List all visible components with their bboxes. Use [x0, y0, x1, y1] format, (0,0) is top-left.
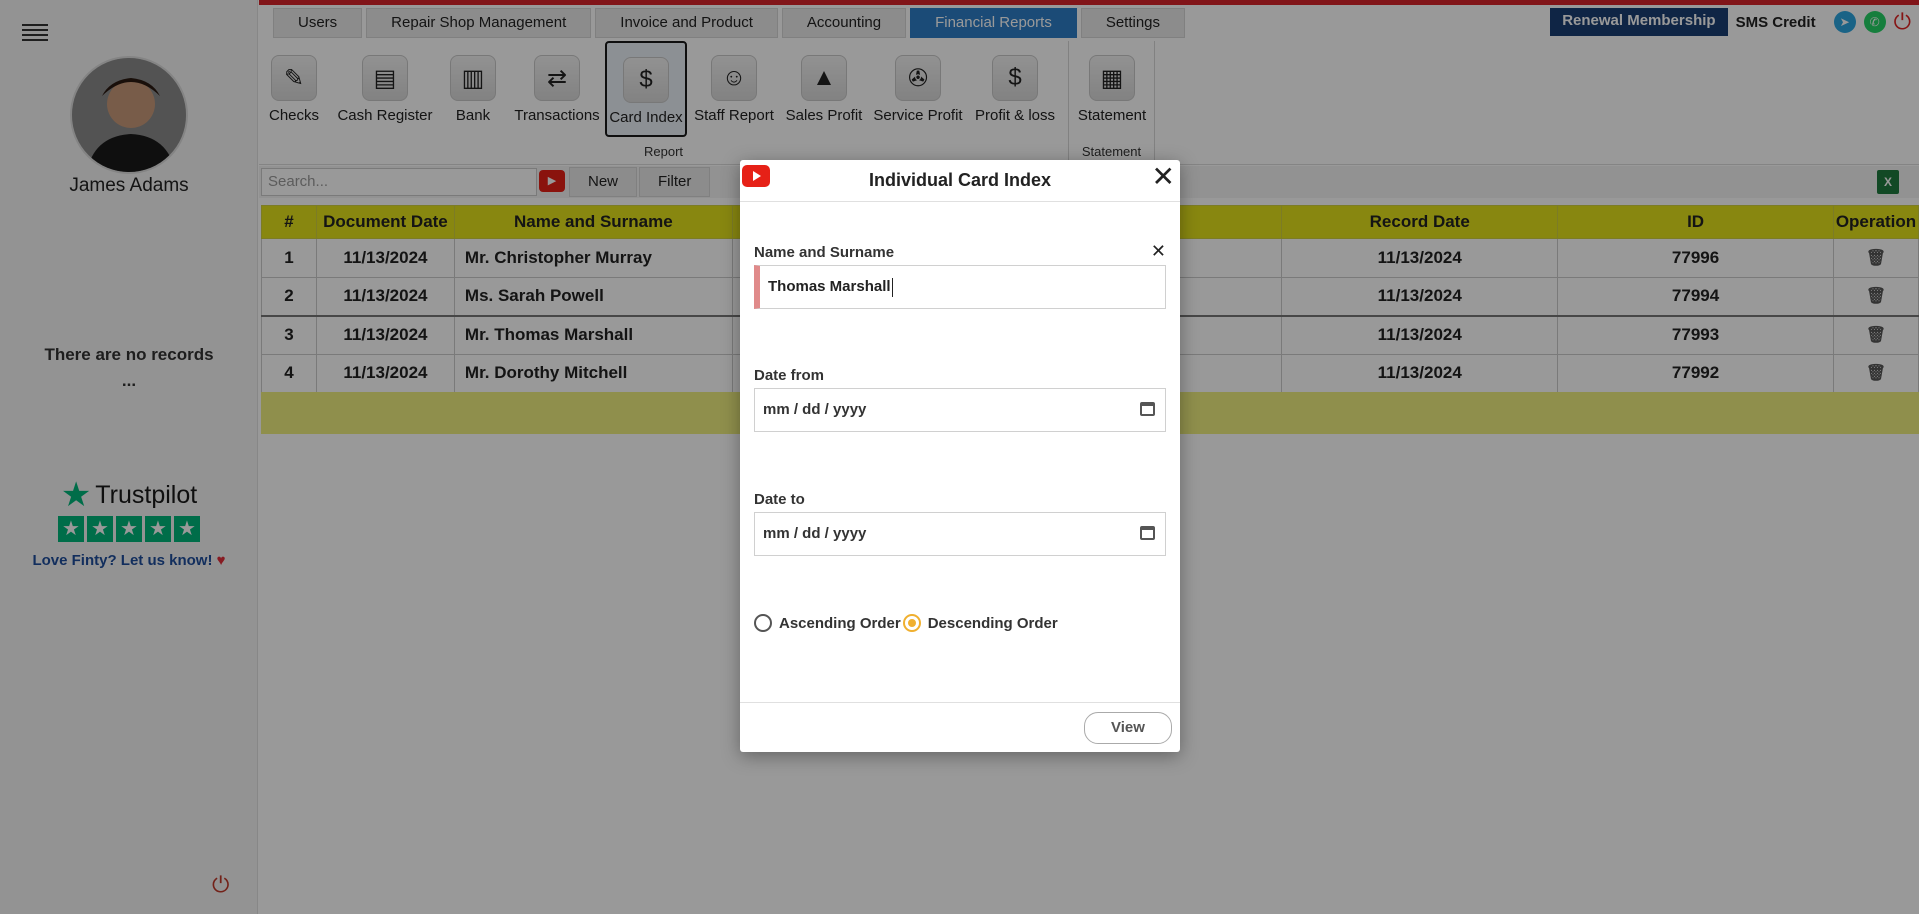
date-to-placeholder: mm / dd / yyyy — [763, 525, 867, 542]
name-surname-value: Thomas Marshall — [768, 278, 891, 295]
view-button[interactable]: View — [1084, 712, 1172, 744]
calendar-icon[interactable] — [1140, 402, 1155, 416]
ascending-order-radio[interactable] — [754, 614, 772, 632]
descending-order-radio[interactable] — [902, 614, 921, 632]
calendar-icon[interactable] — [1140, 526, 1155, 540]
date-to-label: Date to — [754, 491, 805, 508]
date-from-placeholder: mm / dd / yyyy — [763, 401, 867, 418]
close-icon[interactable]: ✕ — [1152, 162, 1175, 192]
dialog-header: Individual Card Index ✕ — [740, 160, 1180, 202]
date-from-label: Date from — [754, 367, 825, 384]
clear-name-icon[interactable]: ✕ — [1151, 241, 1166, 262]
sort-order-group: Ascending Order Descending Order — [754, 614, 1058, 632]
individual-card-index-dialog: Individual Card Index ✕ Name and Surname… — [740, 160, 1180, 752]
ascending-order-label[interactable]: Ascending Order — [779, 615, 901, 632]
date-to-input[interactable]: mm / dd / yyyy — [754, 512, 1166, 556]
descending-order-label[interactable]: Descending Order — [928, 615, 1058, 632]
dialog-footer: View — [740, 702, 1180, 752]
dialog-title: Individual Card Index — [868, 170, 1052, 190]
date-from-input[interactable]: mm / dd / yyyy — [754, 388, 1166, 432]
name-surname-label: Name and Surname — [754, 244, 895, 261]
text-caret — [891, 277, 893, 297]
name-surname-input[interactable]: Thomas Marshall — [754, 265, 1166, 309]
